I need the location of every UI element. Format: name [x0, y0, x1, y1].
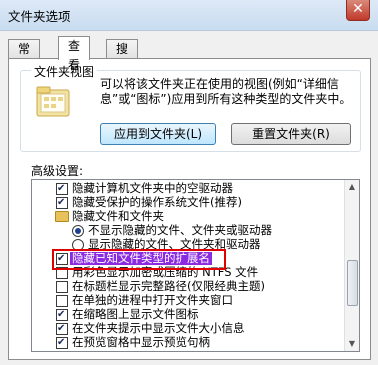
setting-label: 在预览窗格中显示预览句柄 — [72, 335, 210, 349]
setting-label: 隐藏文件和文件夹 — [72, 209, 164, 223]
scroll-down-arrow-icon[interactable]: ▼ — [345, 337, 359, 351]
apply-to-folders-button[interactable]: 应用到文件夹(L) — [100, 123, 216, 145]
tab-view[interactable]: 查看 — [58, 36, 91, 72]
folder-icon — [36, 86, 70, 117]
setting-label: 在单独的进程中打开文件夹窗口 — [72, 293, 233, 307]
setting-label: 在标题栏显示完整路径(仅限经典主题) — [72, 279, 265, 293]
setting-label: 不显示隐藏的文件、文件夹或驱动器 — [88, 223, 272, 237]
reset-folders-button[interactable]: 重置文件夹(R) — [231, 123, 351, 145]
checkbox[interactable] — [56, 281, 68, 293]
checkbox[interactable] — [56, 308, 68, 321]
window-title: 文件夹选项 — [8, 9, 71, 24]
setting-label: 在缩略图上显示文件图标 — [72, 307, 199, 321]
folder-views-description: 可以将该文件夹正在使用的视图(例如“详细信息”或“图标”)应用到所有这种类型的文… — [100, 77, 352, 106]
checkbox[interactable] — [56, 322, 68, 335]
setting-label: 隐藏计算机文件夹中的空驱动器 — [72, 181, 233, 195]
advanced-settings-list[interactable]: 隐藏计算机文件夹中的空驱动器 隐藏受保护的操作系统文件(推荐) 隐藏文件和文件夹… — [31, 179, 360, 352]
setting-label: 隐藏受保护的操作系统文件(推荐) — [72, 195, 242, 209]
radio[interactable] — [72, 225, 84, 237]
advanced-settings-label: 高级设置: — [31, 164, 84, 178]
close-button[interactable]: ✕ — [346, 0, 370, 21]
checkbox[interactable] — [56, 295, 68, 307]
tab-general[interactable]: 常规 — [8, 39, 41, 75]
scroll-thumb[interactable] — [347, 260, 358, 306]
checkbox[interactable] — [56, 182, 68, 195]
folder-views-title: 文件夹视图 — [31, 63, 98, 80]
scrollbar[interactable]: ▲ ▼ — [344, 180, 359, 351]
setting-label: 在文件夹提示中显示文件大小信息 — [72, 321, 245, 335]
title-bar: 文件夹选项 ✕ — [0, 0, 378, 31]
checkbox[interactable] — [56, 336, 68, 349]
tab-search[interactable]: 搜索 — [106, 39, 139, 75]
scroll-up-arrow-icon[interactable]: ▲ — [345, 180, 359, 194]
checkbox[interactable] — [56, 196, 68, 209]
highlight-annotation — [52, 249, 226, 270]
folder-icon — [55, 211, 69, 222]
